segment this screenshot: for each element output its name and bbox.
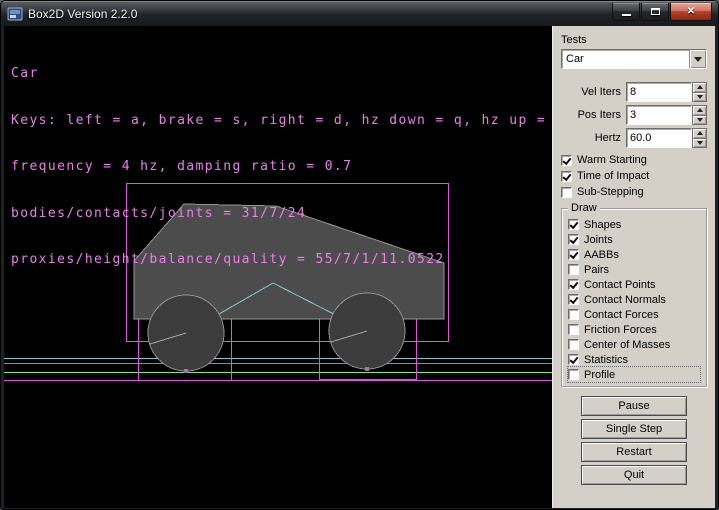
quit-button[interactable]: Quit [581, 465, 687, 485]
simulation-canvas[interactable]: Car Keys: left = a, brake = s, right = d… [4, 26, 552, 508]
chevron-down-icon [694, 57, 702, 62]
spinner-up-button[interactable] [692, 105, 707, 116]
checkbox-box[interactable] [568, 324, 579, 335]
arrow-down-icon [697, 118, 703, 122]
checkbox-label: Friction Forces [584, 324, 657, 336]
tests-dropdown[interactable]: Car [561, 49, 707, 69]
spinner-down-button[interactable] [692, 116, 707, 126]
contact-point [365, 367, 369, 371]
pause-button[interactable]: Pause [581, 396, 687, 416]
checkbox-box[interactable] [568, 234, 579, 245]
titlebar[interactable]: Box2D Version 2.2.0 ✕ [1, 1, 718, 26]
checkbox-aabbs[interactable]: AABBs [568, 247, 700, 262]
checkbox-label: Time of Impact [577, 170, 649, 182]
checkbox-label: Pairs [584, 264, 609, 276]
arrow-up-icon [697, 131, 703, 135]
stat-line: Keys: left = a, brake = s, right = d, hz… [11, 113, 552, 129]
checkbox-time-of-impact[interactable]: Time of Impact [561, 168, 707, 184]
hertz-spinner [692, 128, 707, 148]
checkbox-box[interactable] [568, 294, 579, 305]
stat-line: Car [11, 66, 552, 82]
tests-label: Tests [561, 34, 707, 46]
arrow-down-icon [697, 95, 703, 99]
checkbox-box[interactable] [568, 279, 579, 290]
app-window: Box2D Version 2.2.0 ✕ [0, 0, 719, 510]
sim-options: Warm Starting Time of Impact Sub-Steppin… [561, 152, 707, 200]
spinner-up-button[interactable] [692, 128, 707, 139]
checkbox-box[interactable] [568, 249, 579, 260]
checkbox-label: Contact Normals [584, 294, 666, 306]
checkbox-center-of-masses[interactable]: Center of Masses [568, 337, 700, 352]
restart-button[interactable]: Restart [581, 442, 687, 462]
checkbox-box[interactable] [561, 155, 572, 166]
spinner-down-button[interactable] [692, 139, 707, 149]
draw-group: Draw Shapes Joints AABBs Pairs [561, 208, 707, 387]
stats-overlay: Car Keys: left = a, brake = s, right = d… [11, 35, 552, 299]
arrow-up-icon [697, 85, 703, 89]
draw-group-title: Draw [568, 202, 600, 214]
pos-iters-spinner [692, 105, 707, 125]
spinner-down-button[interactable] [692, 93, 707, 103]
checkbox-pairs[interactable]: Pairs [568, 262, 700, 277]
checkbox-label: Contact Forces [584, 309, 659, 321]
tests-dropdown-value: Car [562, 50, 689, 68]
checkbox-shapes[interactable]: Shapes [568, 217, 700, 232]
checkbox-contact-normals[interactable]: Contact Normals [568, 292, 700, 307]
checkbox-label: Statistics [584, 354, 628, 366]
checkbox-box[interactable] [568, 354, 579, 365]
app-icon [7, 6, 23, 22]
checkbox-sub-stepping[interactable]: Sub-Stepping [561, 184, 707, 200]
pos-iters-input[interactable] [626, 105, 692, 125]
minimize-button[interactable] [612, 3, 640, 21]
checkbox-box[interactable] [568, 309, 579, 320]
spinner-up-button[interactable] [692, 82, 707, 93]
checkbox-label: Center of Masses [584, 339, 670, 351]
checkbox-friction-forces[interactable]: Friction Forces [568, 322, 700, 337]
stat-line: frequency = 4 hz, damping ratio = 0.7 [11, 159, 552, 175]
action-buttons: Pause Single Step Restart Quit [561, 396, 707, 485]
checkbox-label: Sub-Stepping [577, 186, 644, 198]
checkbox-contact-forces[interactable]: Contact Forces [568, 307, 700, 322]
hertz-input[interactable] [626, 128, 692, 148]
checkbox-label: AABBs [584, 249, 619, 261]
control-panel: Tests Car Vel Iters Pos Iters [552, 26, 715, 508]
checkbox-contact-points[interactable]: Contact Points [568, 277, 700, 292]
single-step-button[interactable]: Single Step [581, 419, 687, 439]
dropdown-button[interactable] [689, 50, 706, 68]
stat-line: proxies/height/balance/quality = 55/7/1/… [11, 252, 552, 268]
arrow-down-icon [697, 141, 703, 145]
window-title: Box2D Version 2.2.0 [28, 7, 137, 21]
checkbox-box[interactable] [568, 339, 579, 350]
stat-line: bodies/contacts/joints = 31/7/24 [11, 206, 552, 222]
checkbox-label: Warm Starting [577, 154, 647, 166]
vel-iters-input[interactable] [626, 82, 692, 102]
checkbox-label: Profile [584, 369, 615, 381]
minimize-icon [622, 14, 631, 16]
checkbox-label: Joints [584, 234, 613, 246]
checkbox-joints[interactable]: Joints [568, 232, 700, 247]
maximize-button[interactable] [641, 3, 669, 21]
contact-point [184, 369, 188, 373]
checkbox-box[interactable] [568, 219, 579, 230]
checkbox-warm-starting[interactable]: Warm Starting [561, 152, 707, 168]
close-button[interactable]: ✕ [670, 3, 712, 21]
close-icon: ✕ [687, 7, 695, 17]
vel-iters-spinner [692, 82, 707, 102]
hertz-label: Hertz [561, 132, 626, 144]
checkbox-box[interactable] [568, 264, 579, 275]
maximize-icon [651, 8, 660, 15]
checkbox-box[interactable] [561, 187, 572, 198]
pos-iters-label: Pos Iters [561, 109, 626, 121]
checkbox-label: Shapes [584, 219, 621, 231]
window-controls: ✕ [611, 3, 712, 21]
arrow-up-icon [697, 108, 703, 112]
checkbox-statistics[interactable]: Statistics [568, 352, 700, 367]
checkbox-box[interactable] [568, 369, 579, 380]
checkbox-profile[interactable]: Profile [568, 367, 700, 382]
checkbox-box[interactable] [561, 171, 572, 182]
checkbox-label: Contact Points [584, 279, 656, 291]
vel-iters-label: Vel Iters [561, 86, 626, 98]
